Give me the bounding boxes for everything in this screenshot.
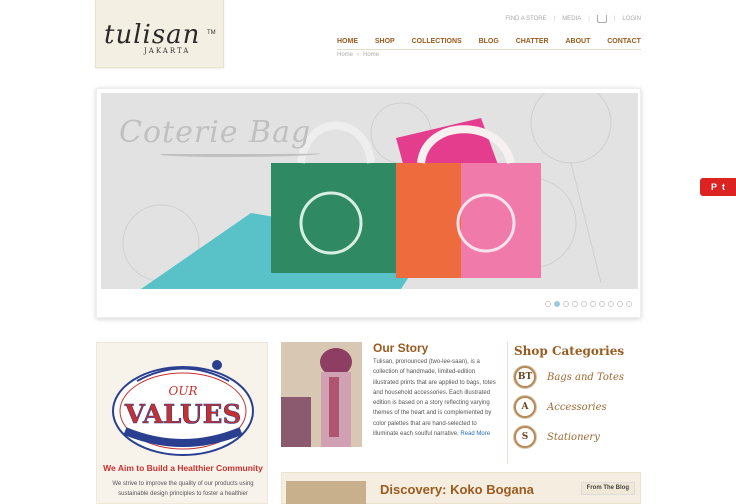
nav-collections[interactable]: COLLECTIONS — [412, 38, 462, 45]
slider-dot[interactable] — [599, 301, 605, 307]
nav-shop[interactable]: SHOP — [375, 38, 395, 45]
story-text: Tulisan, pronounced (two-lee-saan), is a… — [373, 357, 496, 439]
badge-our: OUR — [169, 384, 198, 398]
blog-teaser[interactable]: Discovery: Koko Bogana From The Blog — [281, 472, 641, 504]
hero-title: Coterie Bag — [119, 115, 312, 150]
brand-sub: JAKARTA — [144, 47, 191, 55]
brand-trademark: TM — [207, 30, 216, 36]
divider: | — [613, 16, 616, 22]
read-more-link[interactable]: Read More — [460, 431, 490, 437]
blog-title[interactable]: Discovery: Koko Bogana — [380, 482, 534, 497]
find-store-link[interactable]: FIND A STORE — [505, 16, 546, 22]
logo[interactable]: tulisan TM JAKARTA — [95, 0, 224, 68]
slider-dot[interactable] — [581, 301, 587, 307]
pinterest-icon[interactable]: P — [711, 182, 717, 192]
values-heading: We Aim to Build a Healthier Community — [103, 463, 263, 473]
slider-dots — [97, 301, 640, 307]
from-the-blog-tab[interactable]: From The Blog — [580, 482, 635, 495]
nav-chatter[interactable]: CHATTER — [516, 38, 549, 45]
nav-contact[interactable]: CONTACT — [607, 38, 641, 45]
slider-dot[interactable] — [590, 301, 596, 307]
login-link[interactable]: LOGIN — [622, 16, 641, 22]
nav-home[interactable]: HOME — [337, 38, 358, 45]
category-label: Stationery — [547, 431, 600, 443]
blog-thumbnail — [286, 481, 366, 504]
twitter-icon[interactable]: t — [722, 182, 725, 192]
breadcrumb: Home › Home — [337, 52, 379, 58]
slider-dot[interactable] — [626, 301, 632, 307]
slider-dot[interactable] — [563, 301, 569, 307]
category-badge-icon: BT — [514, 366, 536, 388]
breadcrumb-item[interactable]: Home — [337, 52, 353, 58]
category-bags-and-totes[interactable]: BT Bags and Totes — [514, 366, 641, 388]
nav-about[interactable]: ABOUT — [565, 38, 590, 45]
divider: | — [588, 16, 590, 22]
slider-dot[interactable] — [545, 301, 551, 307]
breadcrumb-item: Home — [363, 52, 380, 58]
slider-dot[interactable] — [617, 301, 623, 307]
category-stationery[interactable]: S Stationery — [514, 426, 641, 448]
page: tulisan TM JAKARTA FIND A STORE | MEDIA … — [0, 0, 736, 504]
story-image — [281, 342, 362, 447]
badge-values: VALUES — [124, 400, 241, 430]
story-title: Our Story — [373, 341, 429, 355]
category-label: Bags and Totes — [547, 371, 624, 383]
social-share-tab: P t — [700, 178, 736, 196]
hero-slider[interactable]: Coterie Bag — [96, 88, 641, 318]
nav-blog[interactable]: BLOG — [479, 38, 499, 45]
utility-nav: FIND A STORE | MEDIA | | LOGIN — [505, 15, 641, 23]
category-label: Accessories — [547, 401, 607, 413]
story-body-text: Tulisan, pronounced (two-lee-saan), is a… — [373, 359, 496, 438]
main-nav: HOME SHOP COLLECTIONS BLOG CHATTER ABOUT… — [337, 38, 641, 50]
brand-name: tulisan — [104, 20, 201, 50]
values-panel: OUR VALUES We Aim to Build a Healthier C… — [96, 342, 268, 504]
divider: | — [553, 16, 556, 22]
category-accessories[interactable]: A Accessories — [514, 396, 641, 418]
slider-dot[interactable] — [572, 301, 578, 307]
hero-image: Coterie Bag — [101, 93, 638, 289]
category-badge-icon: A — [514, 396, 536, 418]
values-text: We strive to improve the quality of our … — [112, 481, 254, 497]
shop-categories-title: Shop Categories — [514, 344, 625, 358]
slider-dot-active[interactable] — [554, 301, 560, 307]
values-badge: OUR VALUES — [112, 360, 254, 456]
breadcrumb-separator: › — [357, 52, 360, 58]
cart-icon[interactable] — [596, 15, 607, 23]
slider-dot[interactable] — [608, 301, 614, 307]
shop-categories: Shop Categories BT Bags and Totes A Acce… — [507, 342, 641, 464]
category-badge-icon: S — [514, 426, 536, 448]
media-link[interactable]: MEDIA — [562, 16, 581, 22]
